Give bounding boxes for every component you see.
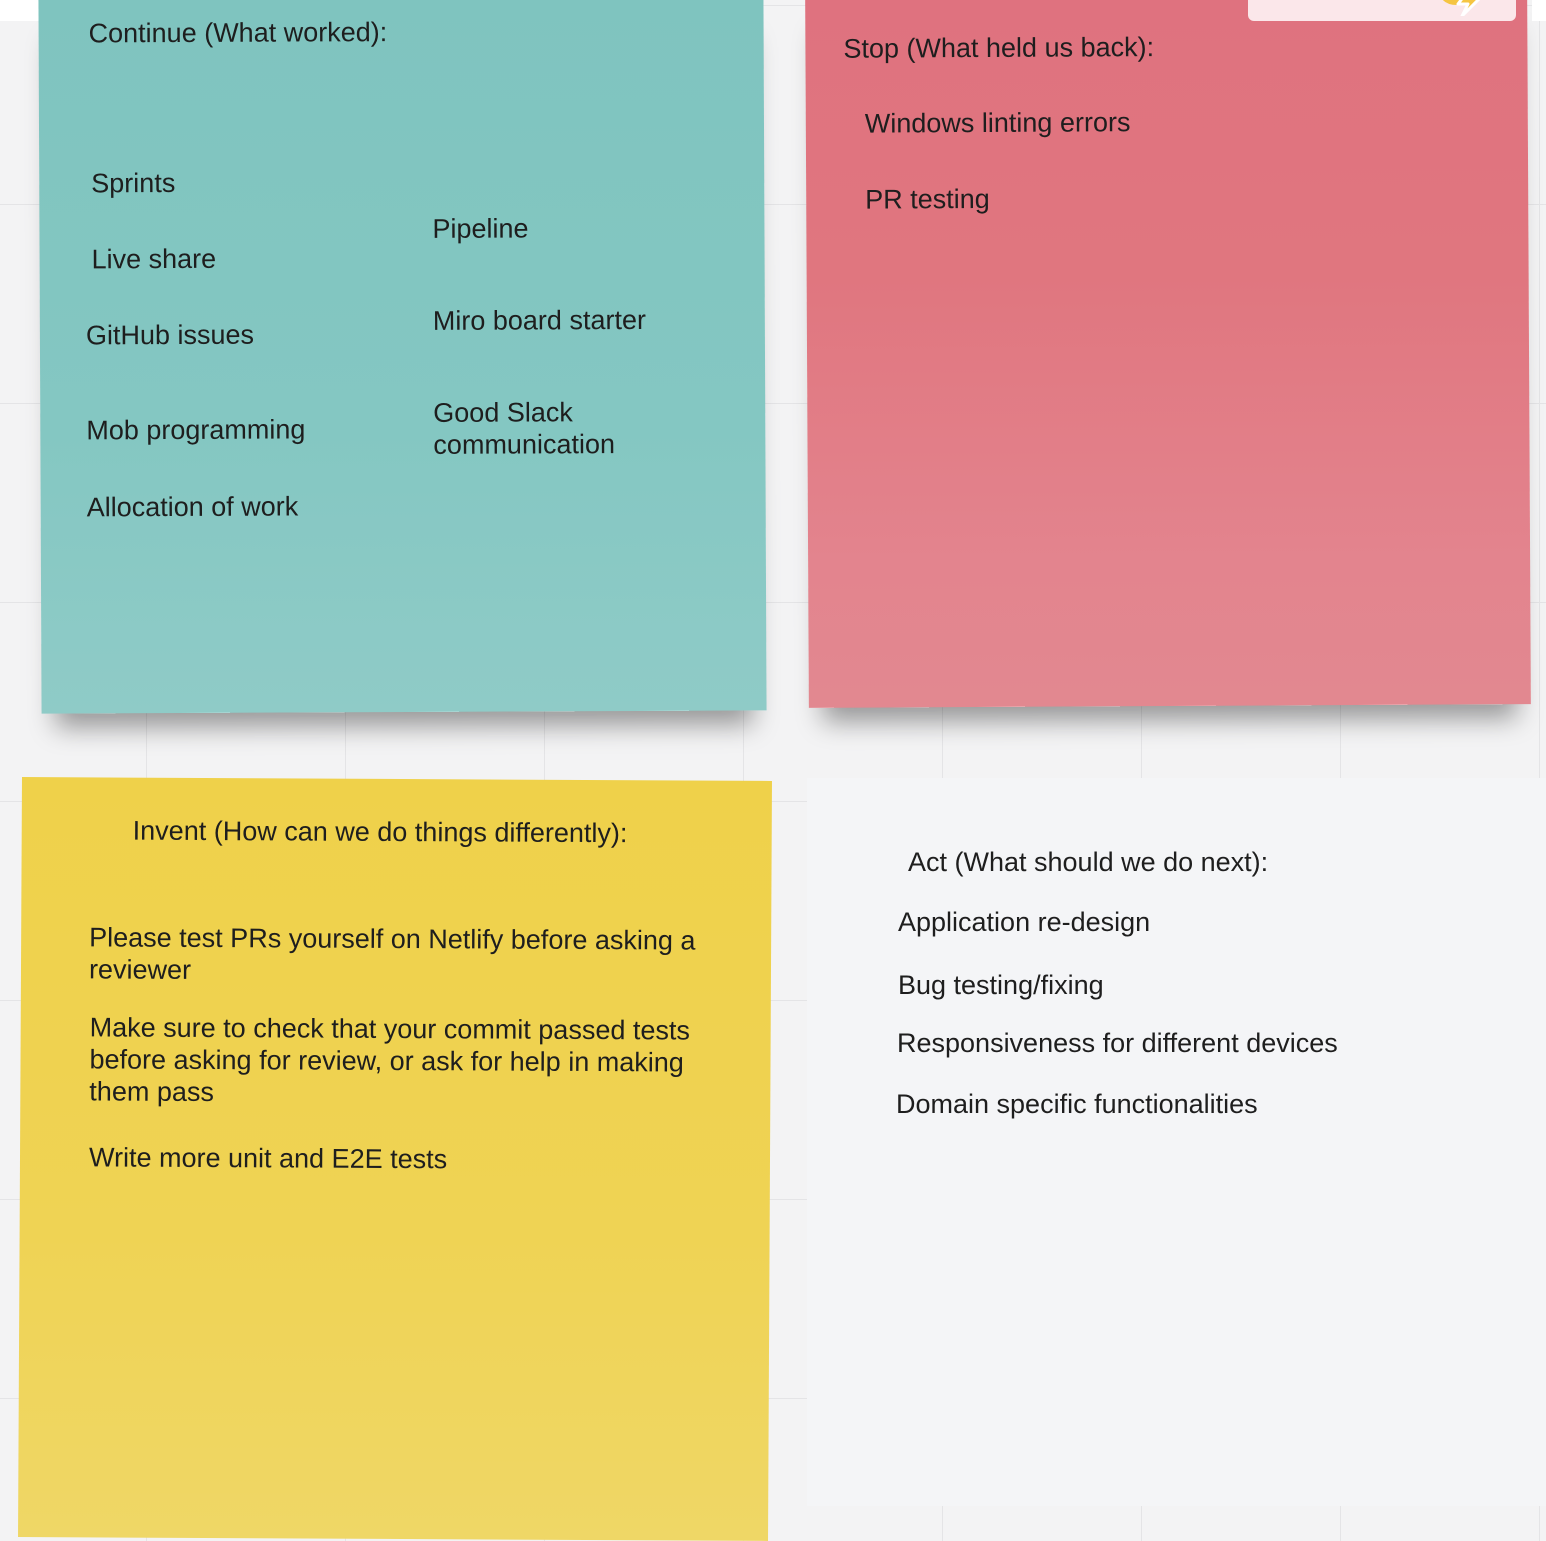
stop-heading: Stop (What held us back): <box>843 32 1155 64</box>
continue-heading: Continue (What worked): <box>88 17 388 49</box>
act-item-application-redesign: Application re-design <box>898 907 1151 937</box>
continue-item-mob-programming: Mob programming <box>86 414 306 446</box>
invent-item-check-commit-tests: Make sure to check that your commit pass… <box>89 1012 691 1108</box>
sticky-note-stop[interactable]: Stop (What held us back): Windows lintin… <box>805 0 1531 708</box>
lightning-bolt-icon[interactable] <box>1436 0 1490 16</box>
stop-item-windows-linting-errors: Windows linting errors <box>864 107 1131 139</box>
act-item-responsiveness: Responsiveness for different devices <box>897 1028 1338 1058</box>
continue-item-live-share: Live share <box>91 243 217 275</box>
act-item-domain-functionalities: Domain specific functionalities <box>896 1089 1258 1119</box>
invent-heading: Invent (How can we do things differently… <box>132 815 628 849</box>
continue-item-pipeline: Pipeline <box>432 213 529 244</box>
sticky-note-continue[interactable]: Continue (What worked): Sprints Live sha… <box>38 0 767 714</box>
invent-item-more-tests: Write more unit and E2E tests <box>88 1142 448 1175</box>
sticky-note-invent[interactable]: Invent (How can we do things differently… <box>18 777 772 1541</box>
continue-item-miro-board-starter: Miro board starter <box>432 304 646 336</box>
edge-tab[interactable] <box>1532 0 1546 21</box>
act-heading: Act (What should we do next): <box>908 847 1269 877</box>
act-item-bug-testing: Bug testing/fixing <box>898 970 1104 1000</box>
continue-item-github-issues: GitHub issues <box>85 319 255 351</box>
continue-item-sprints: Sprints <box>91 167 176 199</box>
continue-item-allocation-of-work: Allocation of work <box>86 491 299 523</box>
stop-item-pr-testing: PR testing <box>865 183 990 215</box>
continue-item-good-slack-communication: Good Slack communication <box>433 397 616 460</box>
invent-item-test-prs: Please test PRs yourself on Netlify befo… <box>88 922 696 985</box>
sticky-note-act[interactable]: Act (What should we do next): Applicatio… <box>807 778 1546 1506</box>
